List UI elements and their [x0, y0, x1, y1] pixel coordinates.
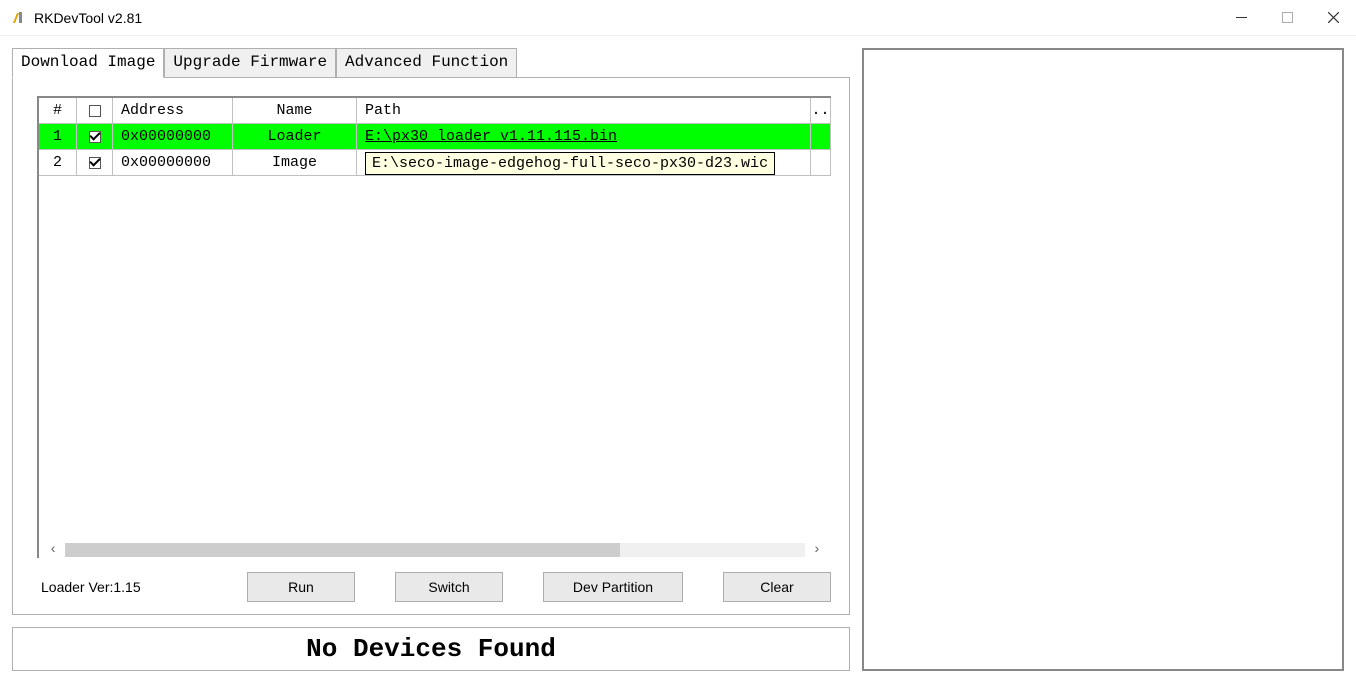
header-name[interactable]: Name [233, 98, 357, 124]
cell-path[interactable]: E:\px30_loader_v1.11.115.bin [357, 124, 811, 150]
header-checkbox-icon[interactable] [89, 105, 101, 117]
checkbox-icon[interactable] [89, 157, 101, 169]
header-num[interactable]: # [39, 98, 77, 124]
path-tooltip: E:\seco-image-edgehog-full-seco-px30-d23… [365, 152, 775, 175]
download-table: # Address Name Path .. 1 [37, 96, 831, 558]
table-body: 1 0x00000000 Loader E:\px30_loader_v1.11… [39, 124, 831, 540]
cell-address[interactable]: 0x00000000 [113, 150, 233, 176]
titlebar: RKDevTool v2.81 [0, 0, 1356, 36]
close-button[interactable] [1310, 0, 1356, 36]
tab-content: # Address Name Path .. 1 [12, 77, 850, 615]
scroll-left-icon[interactable]: ‹ [45, 542, 61, 558]
minimize-button[interactable] [1218, 0, 1264, 36]
cell-num: 2 [39, 150, 77, 176]
header-path[interactable]: Path [357, 98, 811, 124]
client-area: Download Image Upgrade Firmware Advanced… [0, 36, 1356, 683]
scrollbar-thumb[interactable] [65, 543, 619, 557]
app-icon [10, 10, 26, 26]
tab-advanced-function[interactable]: Advanced Function [336, 48, 517, 78]
run-button[interactable]: Run [247, 572, 355, 602]
action-row: Loader Ver:1.15 Run Switch Dev Partition… [37, 558, 831, 602]
window-title: RKDevTool v2.81 [34, 10, 1218, 26]
cell-name[interactable]: Loader [233, 124, 357, 150]
cell-name[interactable]: Image [233, 150, 357, 176]
loader-version-label: Loader Ver:1.15 [37, 579, 207, 595]
table-header: # Address Name Path .. [39, 98, 831, 124]
app-window: RKDevTool v2.81 Download Image Upgrade F… [0, 0, 1356, 683]
cell-checkbox[interactable] [77, 150, 113, 176]
clear-button[interactable]: Clear [723, 572, 831, 602]
checkbox-icon[interactable] [89, 131, 101, 143]
table-row[interactable]: 1 0x00000000 Loader E:\px30_loader_v1.11… [39, 124, 831, 150]
cell-num: 1 [39, 124, 77, 150]
tab-upgrade-firmware[interactable]: Upgrade Firmware [164, 48, 336, 78]
scrollbar-track[interactable] [65, 543, 804, 557]
cell-address[interactable]: 0x00000000 [113, 124, 233, 150]
switch-button[interactable]: Switch [395, 572, 503, 602]
window-controls [1218, 0, 1356, 36]
log-panel[interactable] [862, 48, 1344, 671]
tab-row: Download Image Upgrade Firmware Advanced… [12, 48, 850, 78]
horizontal-scrollbar[interactable]: ‹ › [39, 540, 831, 558]
header-extra[interactable]: .. [811, 98, 831, 124]
cell-checkbox[interactable] [77, 124, 113, 150]
maximize-button[interactable] [1264, 0, 1310, 36]
header-address[interactable]: Address [113, 98, 233, 124]
left-panel: Download Image Upgrade Firmware Advanced… [12, 48, 850, 671]
device-status: No Devices Found [12, 627, 850, 671]
tab-download-image[interactable]: Download Image [12, 48, 164, 78]
dev-partition-button[interactable]: Dev Partition [543, 572, 683, 602]
header-checkbox[interactable] [77, 98, 113, 124]
scroll-right-icon[interactable]: › [809, 542, 825, 558]
cell-extra[interactable] [811, 124, 831, 150]
cell-extra[interactable] [811, 150, 831, 176]
